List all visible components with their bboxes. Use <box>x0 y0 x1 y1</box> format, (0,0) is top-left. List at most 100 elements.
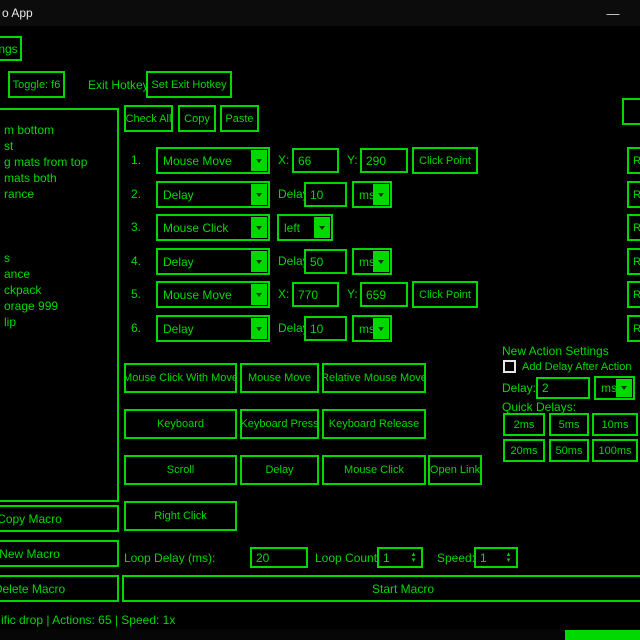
action-type-dropdown[interactable]: Delay <box>156 248 270 275</box>
dropdown-arrow-icon[interactable] <box>373 318 389 339</box>
new-macro-button[interactable]: New Macro <box>0 540 119 567</box>
add-open-link-button[interactable]: Open Link <box>428 455 482 485</box>
remove-action-button[interactable]: R <box>627 181 640 208</box>
macro-list-item[interactable]: m bottom <box>0 122 117 138</box>
add-scroll-button[interactable]: Scroll <box>124 455 237 485</box>
clipped-right-button[interactable] <box>622 98 640 125</box>
new-action-settings-title: New Action Settings <box>502 344 609 358</box>
add-right-click-button[interactable]: Right Click <box>124 501 237 531</box>
action-type-dropdown[interactable]: Delay <box>156 181 270 208</box>
add-delay-after-action-checkbox[interactable] <box>503 360 516 373</box>
dropdown-arrow-icon[interactable] <box>314 217 330 238</box>
dropdown-arrow-icon[interactable] <box>251 251 267 272</box>
quick-delay-10ms-button[interactable]: 10ms <box>592 413 638 436</box>
remove-action-button[interactable]: R <box>627 147 640 174</box>
dropdown-arrow-icon[interactable] <box>251 318 267 339</box>
macro-list-item[interactable] <box>0 202 117 218</box>
add-delay-button[interactable]: Delay <box>240 455 319 485</box>
macro-list-item[interactable]: lip <box>0 314 117 330</box>
dropdown-arrow-icon[interactable] <box>616 379 632 397</box>
spinner-down-icon[interactable]: ▾ <box>507 558 511 564</box>
new-action-delay-input[interactable]: 2 <box>536 377 590 399</box>
delay-input[interactable]: 10 <box>304 316 347 341</box>
delay-unit-dropdown[interactable]: ms <box>352 181 392 208</box>
remove-action-button[interactable]: R <box>627 248 640 275</box>
remove-action-button[interactable]: R <box>627 214 640 241</box>
macro-list[interactable]: m bottom st g mats from top mats both ra… <box>0 108 119 502</box>
macro-list-item[interactable]: s <box>0 250 117 266</box>
new-action-delay-unit-dropdown[interactable]: ms <box>594 376 635 400</box>
dropdown-arrow-icon[interactable] <box>373 184 389 205</box>
add-mouse-click-button[interactable]: Mouse Click <box>322 455 426 485</box>
x-label: X: <box>278 153 289 167</box>
action-type-value: Mouse Move <box>163 288 232 302</box>
speed-label: Speed: <box>437 551 475 565</box>
macro-list-item[interactable]: g mats from top <box>0 154 117 170</box>
add-keyboard-release-button[interactable]: Keyboard Release <box>322 409 426 439</box>
quick-delay-50ms-button[interactable]: 50ms <box>549 439 589 462</box>
action-type-value: Mouse Move <box>163 154 232 168</box>
x-input[interactable]: 66 <box>292 148 339 173</box>
dropdown-arrow-icon[interactable] <box>251 284 267 305</box>
y-input[interactable]: 659 <box>360 282 408 307</box>
click-point-button[interactable]: Click Point <box>412 147 478 174</box>
macro-list-item[interactable] <box>0 234 117 250</box>
macro-list-item[interactable]: rance <box>0 186 117 202</box>
remove-action-button[interactable]: R <box>627 281 640 308</box>
dropdown-arrow-icon[interactable] <box>373 251 389 272</box>
minimize-icon[interactable]: — <box>596 0 630 26</box>
add-relative-mouse-move-button[interactable]: Relative Mouse Move <box>322 363 426 393</box>
title-bar: o App — <box>0 0 640 26</box>
action-type-dropdown[interactable]: Mouse Click <box>156 214 270 241</box>
taskbar-green-block[interactable] <box>565 630 640 640</box>
add-mouse-click-with-move-button[interactable]: Mouse Click With Move <box>124 363 237 393</box>
delay-input[interactable]: 50 <box>304 249 347 274</box>
dropdown-arrow-icon[interactable] <box>251 184 267 205</box>
copy-button[interactable]: Copy <box>178 105 216 132</box>
set-exit-hotkey-button[interactable]: Set Exit Hotkey <box>146 71 232 98</box>
x-input[interactable]: 770 <box>292 282 339 307</box>
action-type-value: Mouse Click <box>163 221 228 235</box>
quick-delays-label: Quick Delays: <box>502 400 576 414</box>
remove-action-button[interactable]: R <box>627 315 640 342</box>
action-row-number: 6. <box>131 321 141 335</box>
start-macro-button[interactable]: Start Macro <box>122 575 640 602</box>
delay-input[interactable]: 10 <box>304 182 347 207</box>
action-type-value: Delay <box>163 255 194 269</box>
dropdown-arrow-icon[interactable] <box>251 150 267 171</box>
macro-list-item[interactable] <box>0 218 117 234</box>
toggle-hotkey-button[interactable]: Toggle: f6 <box>8 71 65 98</box>
macro-list-item[interactable]: ckpack <box>0 282 117 298</box>
delete-macro-button[interactable]: Delete Macro <box>0 575 119 602</box>
click-point-button[interactable]: Click Point <box>412 281 478 308</box>
add-mouse-move-button[interactable]: Mouse Move <box>240 363 319 393</box>
add-keyboard-button[interactable]: Keyboard <box>124 409 237 439</box>
app-window: o App — ngs Toggle: f6 Exit Hotkey: Set … <box>0 0 640 640</box>
paste-button[interactable]: Paste <box>220 105 259 132</box>
y-input[interactable]: 290 <box>360 148 408 173</box>
menu-tab-settings[interactable]: ngs <box>0 36 22 61</box>
delay-unit-dropdown[interactable]: ms <box>352 315 392 342</box>
macro-list-item[interactable]: st <box>0 138 117 154</box>
action-type-dropdown[interactable]: Mouse Move <box>156 147 270 174</box>
window-title: o App <box>2 6 33 20</box>
add-keyboard-press-button[interactable]: Keyboard Press <box>240 409 319 439</box>
quick-delay-20ms-button[interactable]: 20ms <box>503 439 545 462</box>
quick-delay-100ms-button[interactable]: 100ms <box>592 439 638 462</box>
action-type-dropdown[interactable]: Delay <box>156 315 270 342</box>
quick-delay-5ms-button[interactable]: 5ms <box>549 413 589 436</box>
spinner-down-icon[interactable]: ▾ <box>412 558 416 564</box>
check-all-button[interactable]: Check All <box>124 105 173 132</box>
quick-delay-2ms-button[interactable]: 2ms <box>503 413 545 436</box>
macro-list-item[interactable]: mats both <box>0 170 117 186</box>
dropdown-arrow-icon[interactable] <box>251 217 267 238</box>
macro-list-item[interactable]: orage 999 <box>0 298 117 314</box>
copy-macro-button[interactable]: Copy Macro <box>0 505 119 532</box>
loop-count-stepper[interactable]: 1 ▴▾ <box>377 547 423 568</box>
speed-stepper[interactable]: 1 ▴▾ <box>474 547 518 568</box>
loop-delay-input[interactable]: 20 <box>250 547 308 568</box>
delay-unit-dropdown[interactable]: ms <box>352 248 392 275</box>
macro-list-item[interactable]: ance <box>0 266 117 282</box>
mouse-button-dropdown[interactable]: left <box>277 214 333 241</box>
action-type-dropdown[interactable]: Mouse Move <box>156 281 270 308</box>
